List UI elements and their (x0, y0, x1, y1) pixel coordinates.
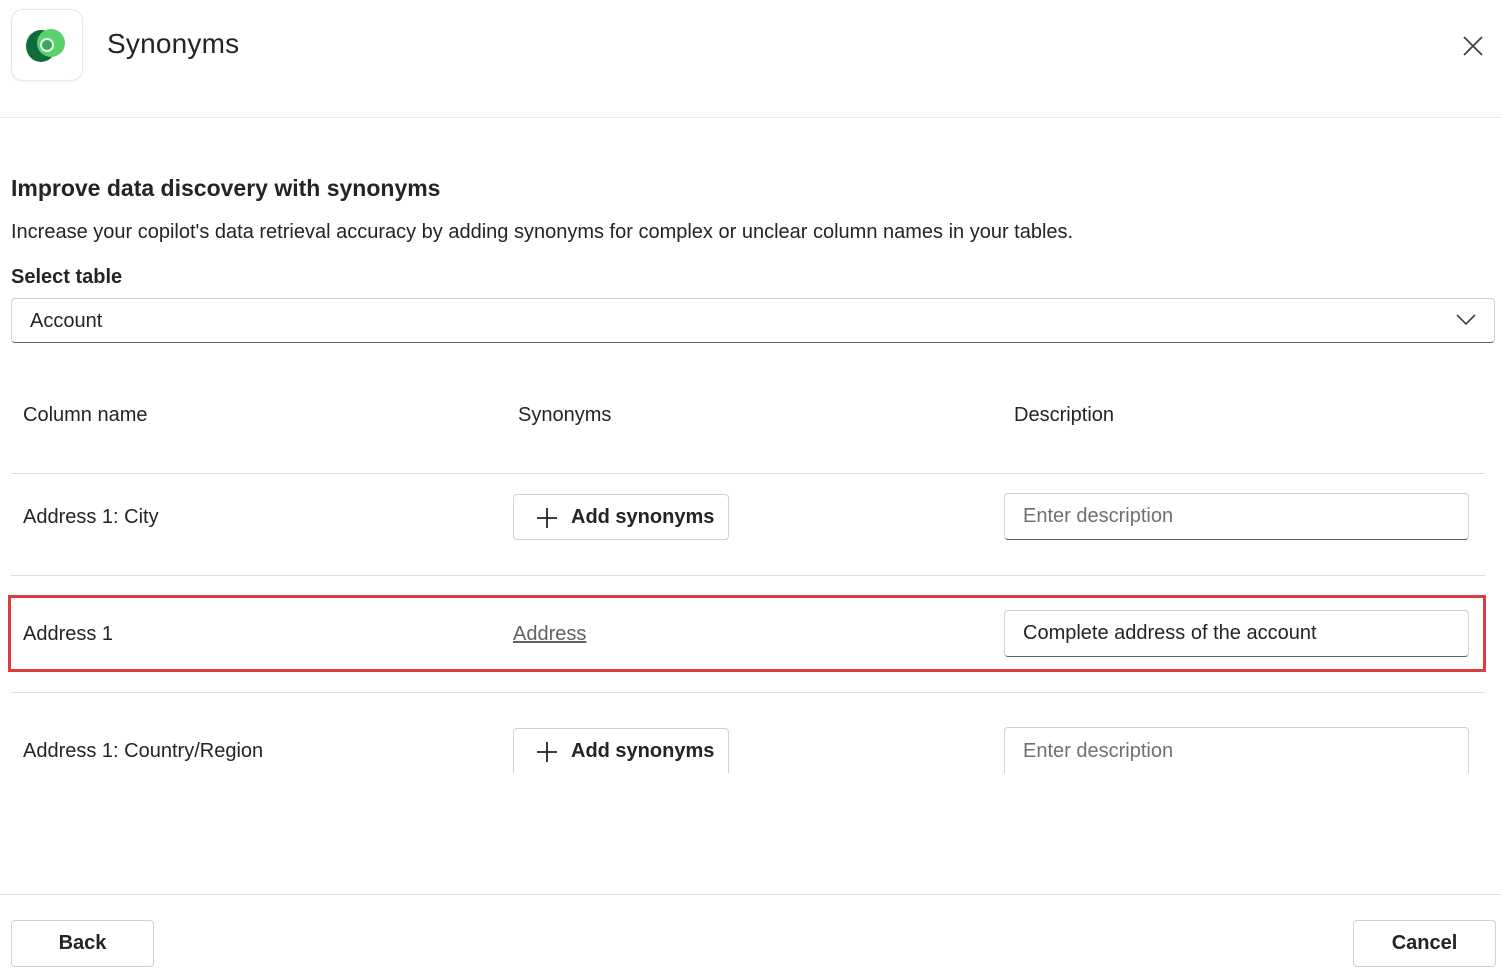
column-name-cell: Address 1: City (23, 506, 159, 528)
cancel-button[interactable]: Cancel (1353, 920, 1496, 967)
dialog-title: Synonyms (107, 28, 240, 59)
close-button[interactable] (1455, 28, 1491, 64)
column-header-description: Description (1014, 404, 1115, 426)
add-synonyms-label: Add synonyms (571, 506, 715, 528)
column-header-name: Column name (23, 404, 148, 426)
selected-table-value: Account (30, 310, 103, 332)
add-synonyms-label: Add synonyms (571, 740, 715, 762)
description-input[interactable] (1004, 493, 1469, 540)
app-logo-icon (11, 9, 83, 81)
column-name-cell: Address 1 (23, 623, 114, 645)
dialog-header: Synonyms (0, 0, 1501, 118)
back-button[interactable]: Back (11, 920, 154, 967)
select-table-label: Select table (11, 266, 123, 288)
header-divider (11, 473, 1485, 474)
section-heading: Improve data discovery with synonyms (11, 175, 441, 201)
description-input[interactable] (1004, 610, 1469, 657)
synonym-link[interactable]: Address (513, 623, 586, 646)
add-synonyms-button[interactable]: Add synonyms (513, 494, 729, 540)
column-name-cell: Address 1: Country/Region (23, 740, 264, 762)
row-divider (11, 692, 1485, 693)
description-input[interactable] (1004, 727, 1469, 773)
section-description: Increase your copilot's data retrieval a… (11, 221, 1074, 243)
table-select-dropdown[interactable]: Account (11, 298, 1495, 343)
plus-icon (537, 742, 557, 762)
add-synonyms-button[interactable]: Add synonyms (513, 728, 729, 773)
column-header-synonyms: Synonyms (518, 404, 612, 426)
close-icon (1463, 36, 1483, 56)
chevron-down-icon (1456, 314, 1476, 326)
plus-icon (537, 508, 557, 528)
row-divider (11, 575, 1485, 576)
footer-divider (0, 894, 1501, 895)
table-row: Address 1: Country/Region Add synonyms (0, 715, 1501, 773)
